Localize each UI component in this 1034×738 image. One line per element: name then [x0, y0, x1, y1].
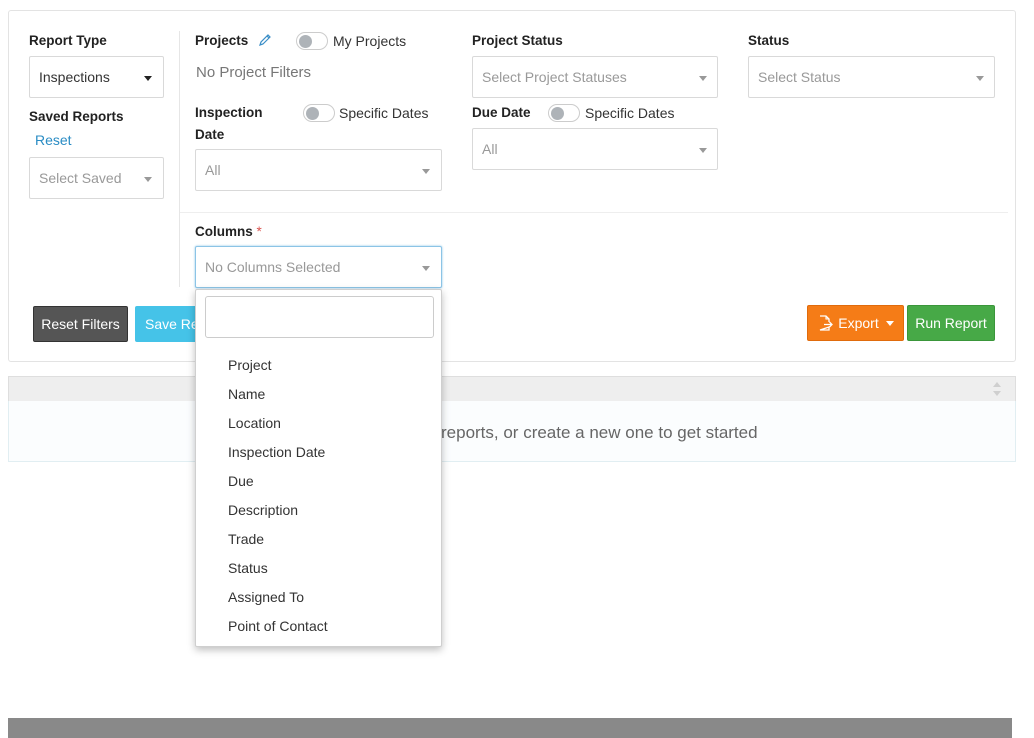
- columns-placeholder: No Columns Selected: [205, 259, 341, 275]
- due-specific-dates-label: Specific Dates: [585, 105, 675, 121]
- due-date-select[interactable]: All: [472, 128, 718, 170]
- saved-reports-label: Saved Reports: [29, 109, 124, 124]
- projects-label: Projects: [195, 33, 249, 48]
- inspection-date-label-line2: Date: [195, 127, 225, 142]
- inspection-specific-dates-toggle[interactable]: [303, 104, 335, 122]
- chevron-down-icon: [422, 169, 430, 174]
- export-button[interactable]: Export: [807, 305, 904, 341]
- project-filters-text: No Project Filters: [196, 64, 312, 81]
- pencil-icon[interactable]: [258, 33, 272, 47]
- chevron-down-icon: [976, 76, 984, 81]
- column-option-location[interactable]: Location: [228, 415, 281, 431]
- inspection-date-value: All: [205, 162, 221, 178]
- required-mark: *: [256, 224, 262, 239]
- report-type-label: Report Type: [29, 33, 107, 48]
- inspection-specific-dates-label: Specific Dates: [339, 105, 429, 121]
- inspection-date-label-line1: Inspection: [195, 105, 263, 120]
- chevron-down-icon: [144, 177, 152, 182]
- section-divider: [180, 212, 1008, 213]
- chevron-down-icon: [699, 148, 707, 153]
- column-option-point-of-contact[interactable]: Point of Contact: [228, 618, 328, 634]
- results-table-header: [8, 376, 1016, 402]
- reset-saved-link[interactable]: Reset: [35, 132, 72, 148]
- column-option-assigned-to[interactable]: Assigned To: [228, 589, 304, 605]
- columns-select[interactable]: No Columns Selected: [195, 246, 442, 288]
- report-type-value: Inspections: [39, 69, 110, 85]
- status-label: Status: [748, 33, 790, 48]
- column-option-due[interactable]: Due: [228, 473, 254, 489]
- columns-dropdown-menu: Project Name Location Inspection Date Du…: [195, 289, 442, 647]
- saved-reports-placeholder: Select Saved: [39, 170, 122, 186]
- inspection-date-select[interactable]: All: [195, 149, 442, 191]
- column-option-status[interactable]: Status: [228, 560, 268, 576]
- project-status-placeholder: Select Project Statuses: [482, 69, 627, 85]
- columns-label: Columns *: [195, 224, 262, 239]
- chevron-down-icon: [699, 76, 707, 81]
- columns-label-text: Columns: [195, 224, 253, 239]
- file-export-icon: [820, 315, 834, 331]
- report-type-select[interactable]: Inspections: [29, 56, 164, 98]
- bottom-bar: [8, 718, 1012, 738]
- column-option-project[interactable]: Project: [228, 357, 272, 373]
- empty-table-message: reports, or create a new one to get star…: [441, 423, 758, 442]
- project-status-label: Project Status: [472, 33, 563, 48]
- due-date-value: All: [482, 141, 498, 157]
- saved-reports-select[interactable]: Select Saved: [29, 157, 164, 199]
- sort-icon[interactable]: [992, 381, 1002, 397]
- my-projects-toggle-label: My Projects: [333, 33, 407, 49]
- column-option-description[interactable]: Description: [228, 502, 298, 518]
- export-label: Export: [838, 315, 879, 331]
- run-report-button[interactable]: Run Report: [907, 305, 995, 341]
- caret-down-icon: [885, 320, 894, 326]
- chevron-down-icon: [422, 266, 430, 271]
- column-divider: [179, 31, 180, 287]
- due-date-label: Due Date: [472, 105, 531, 120]
- status-select[interactable]: Select Status: [748, 56, 995, 98]
- column-option-name[interactable]: Name: [228, 386, 265, 402]
- chevron-down-icon: [144, 76, 152, 81]
- my-projects-toggle[interactable]: [296, 32, 328, 50]
- column-option-trade[interactable]: Trade: [228, 531, 264, 547]
- column-option-inspection-date[interactable]: Inspection Date: [228, 444, 325, 460]
- due-specific-dates-toggle[interactable]: [548, 104, 580, 122]
- reset-filters-button[interactable]: Reset Filters: [33, 306, 128, 342]
- status-placeholder: Select Status: [758, 69, 841, 85]
- columns-search-input[interactable]: [205, 296, 434, 338]
- project-status-select[interactable]: Select Project Statuses: [472, 56, 718, 98]
